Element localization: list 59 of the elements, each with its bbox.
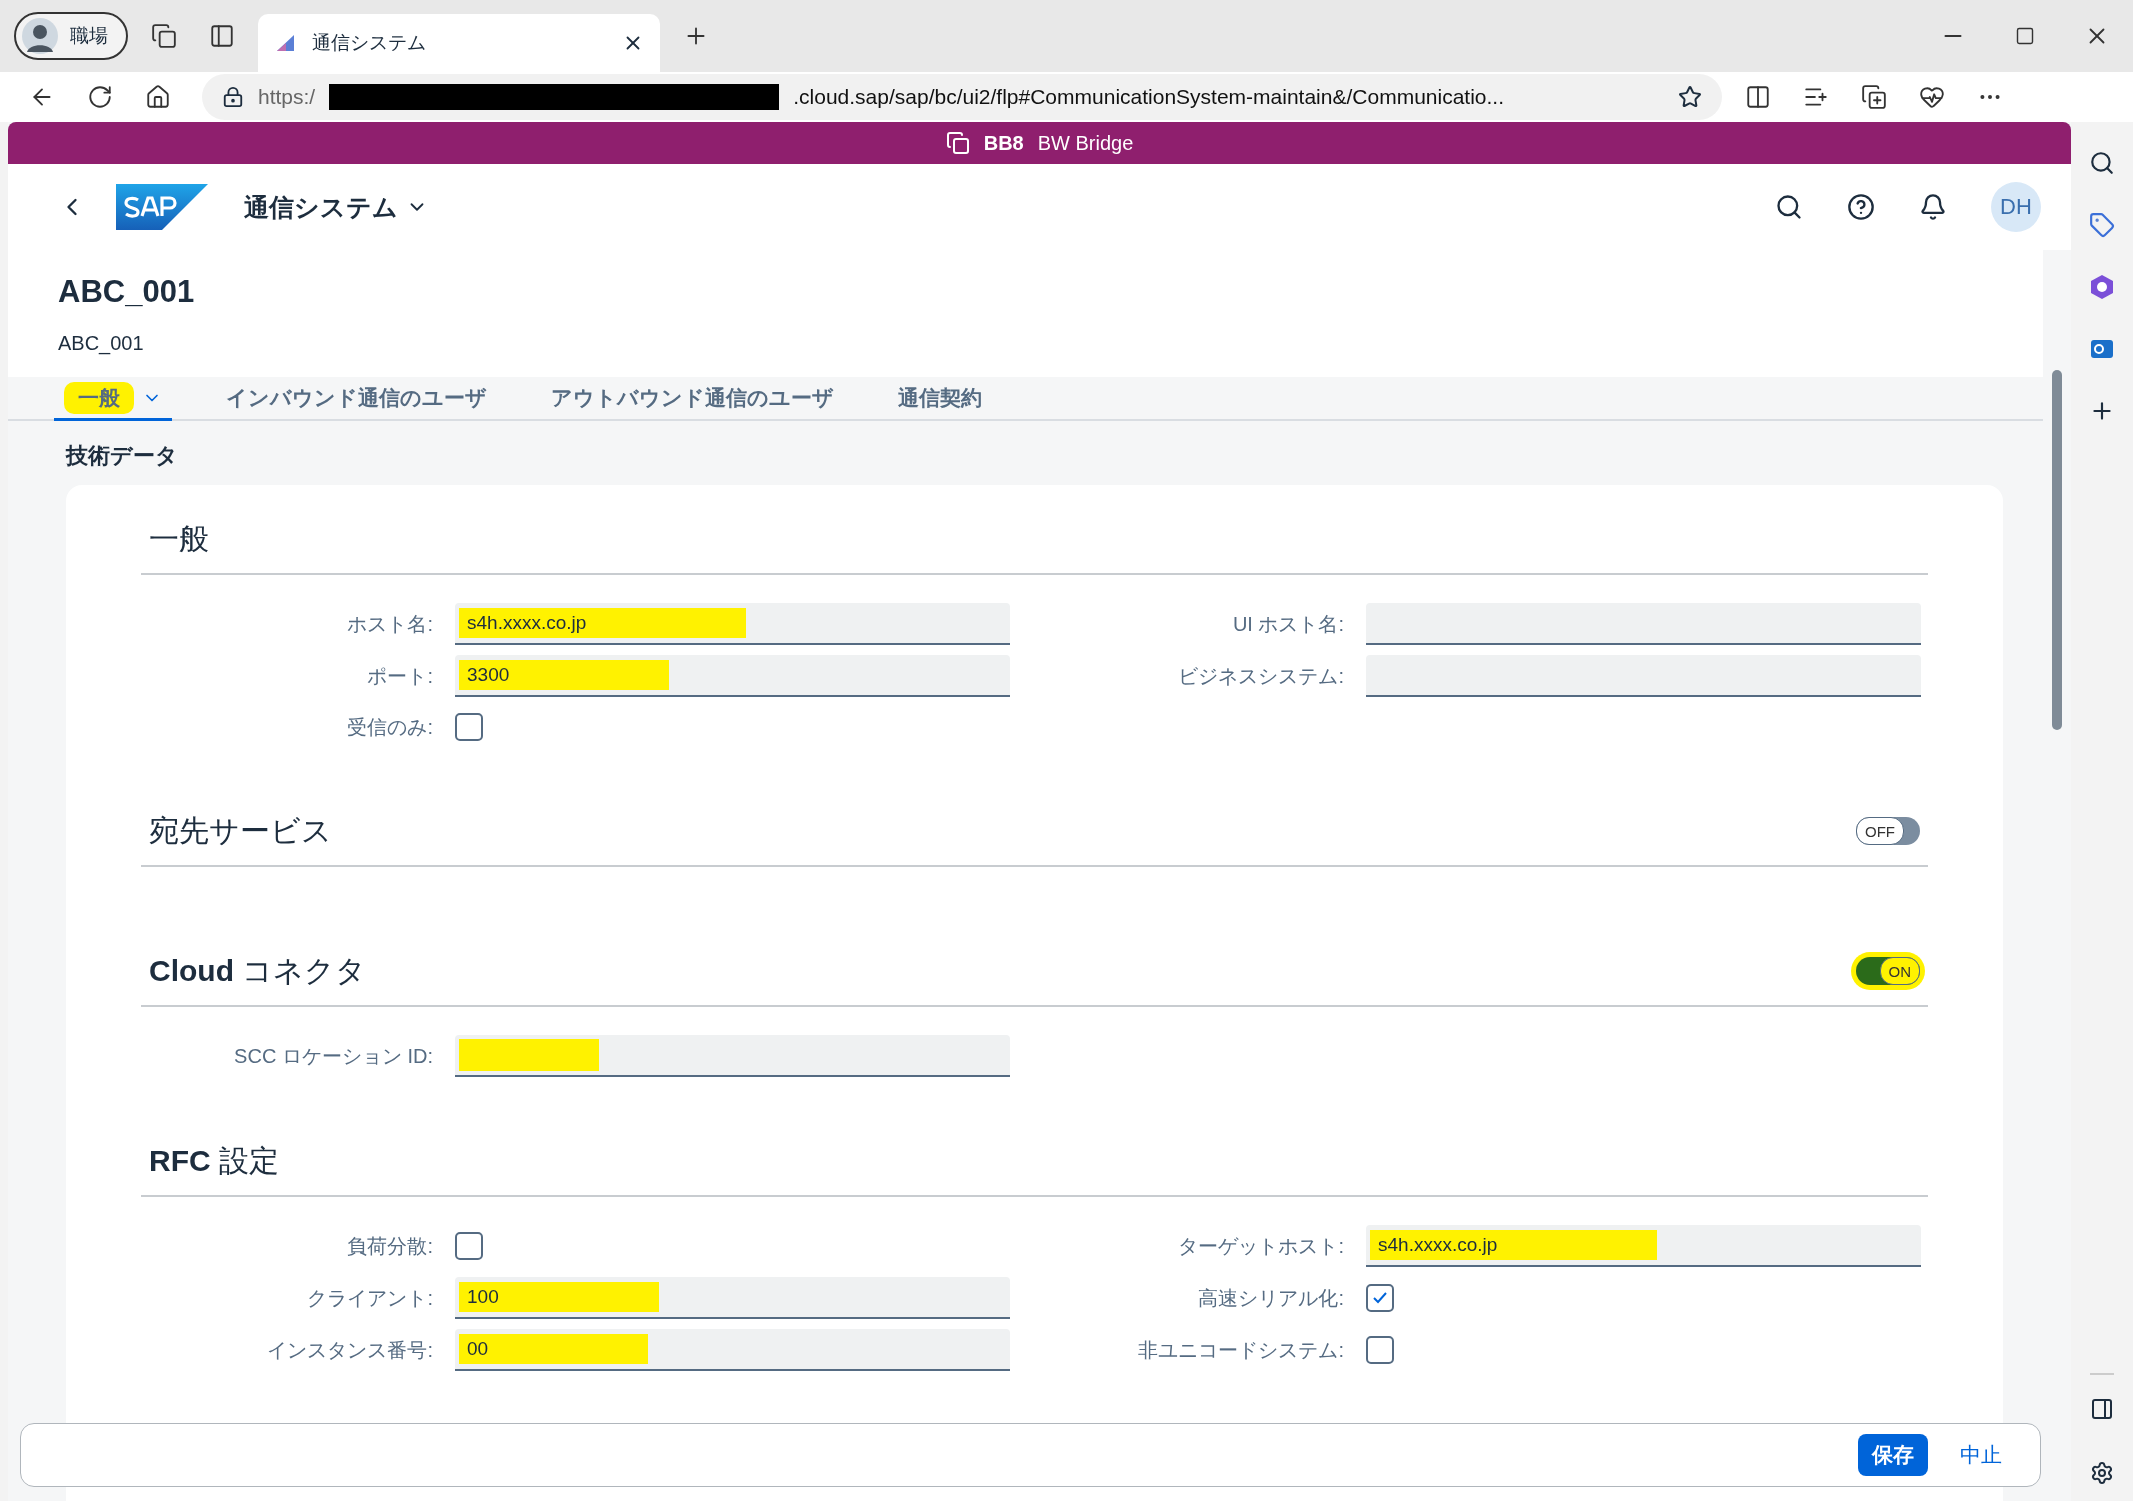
field-label: 受信のみ: <box>346 714 433 740</box>
tab[interactable]: 通信契約 <box>888 377 992 421</box>
cancel-button[interactable]: 中止 <box>1946 1434 2016 1476</box>
save-button[interactable]: 保存 <box>1858 1434 1928 1476</box>
toggle-switch[interactable]: OFF <box>1856 817 1920 845</box>
checkbox[interactable] <box>1366 1336 1394 1364</box>
field-label: ホスト名: <box>346 611 433 637</box>
input-field[interactable] <box>1366 655 1921 697</box>
field-label: インスタンス番号: <box>266 1337 433 1363</box>
field-label: ポート: <box>366 663 433 689</box>
field-label: クライアント: <box>306 1285 433 1311</box>
field-label: ビジネスシステム: <box>1177 663 1344 689</box>
section-title: 技術データ <box>64 442 179 470</box>
search-icon <box>2089 150 2115 176</box>
input-field[interactable]: s4h.xxxx.co.jp <box>455 603 1010 645</box>
checkbox[interactable] <box>455 713 483 741</box>
field-label: 負荷分散: <box>346 1233 433 1259</box>
panel-icon <box>2090 1397 2114 1421</box>
field-label: UI ホスト名: <box>1231 611 1344 637</box>
profile-button[interactable]: 職場 <box>14 12 128 60</box>
tab[interactable]: アウトバウンド通信のユーザ <box>541 377 844 421</box>
avatar-icon <box>22 18 58 54</box>
input-field[interactable] <box>1366 603 1921 645</box>
user-avatar[interactable]: DH <box>1991 182 2041 232</box>
help-button[interactable] <box>1847 193 1875 221</box>
input-field[interactable]: 00 <box>455 1329 1010 1371</box>
app-title-menu[interactable]: 通信システム <box>238 189 434 225</box>
object-title: ABC_001 <box>58 274 196 310</box>
notifications-button[interactable] <box>1919 193 1947 221</box>
input-field[interactable]: 3300 <box>455 655 1010 697</box>
logo-icon <box>116 184 208 230</box>
object-subtitle: ABC_001 <box>58 332 145 355</box>
scrollbar-thumb[interactable] <box>2052 370 2062 730</box>
lock-icon <box>222 86 244 108</box>
system-icon <box>945 131 970 155</box>
search-button[interactable] <box>1775 193 1803 221</box>
favorite-icon <box>1678 85 1702 109</box>
tab[interactable]: 一般 <box>54 377 172 421</box>
check-icon <box>1372 1291 1388 1305</box>
settings-icon <box>2090 1461 2114 1485</box>
field-label: ターゲットホスト: <box>1177 1233 1344 1259</box>
input-field[interactable] <box>455 1035 1010 1077</box>
hexagon-icon <box>2089 274 2115 300</box>
address-bar[interactable]: https:/ .cloud.sap/sap/bc/ui2/flp#CommunicationSystem-maintain&/Communicatio... <box>202 74 1722 120</box>
field-label: 高速シリアル化: <box>1197 1285 1344 1311</box>
tab[interactable]: インバウンド通信のユーザ <box>216 377 497 421</box>
field-label: SCC ロケーション ID: <box>233 1043 433 1069</box>
input-field[interactable]: s4h.xxxx.co.jp <box>1366 1225 1921 1267</box>
field-label: 非ユニコードシステム: <box>1137 1337 1344 1363</box>
tag-icon <box>2089 212 2115 238</box>
group-title: Cloud コネクタ <box>149 952 367 989</box>
group-title: RFC 設定 <box>149 1142 279 1179</box>
browser-tab[interactable]: 通信システム <box>258 14 660 72</box>
checkbox[interactable] <box>455 1232 483 1260</box>
input-field[interactable]: 100 <box>455 1277 1010 1319</box>
group-title: 宛先サービス <box>149 812 332 849</box>
checkbox[interactable] <box>1366 1284 1394 1312</box>
system-banner: BB8 BW Bridge <box>8 122 2071 164</box>
group-title: 一般 <box>149 520 209 557</box>
